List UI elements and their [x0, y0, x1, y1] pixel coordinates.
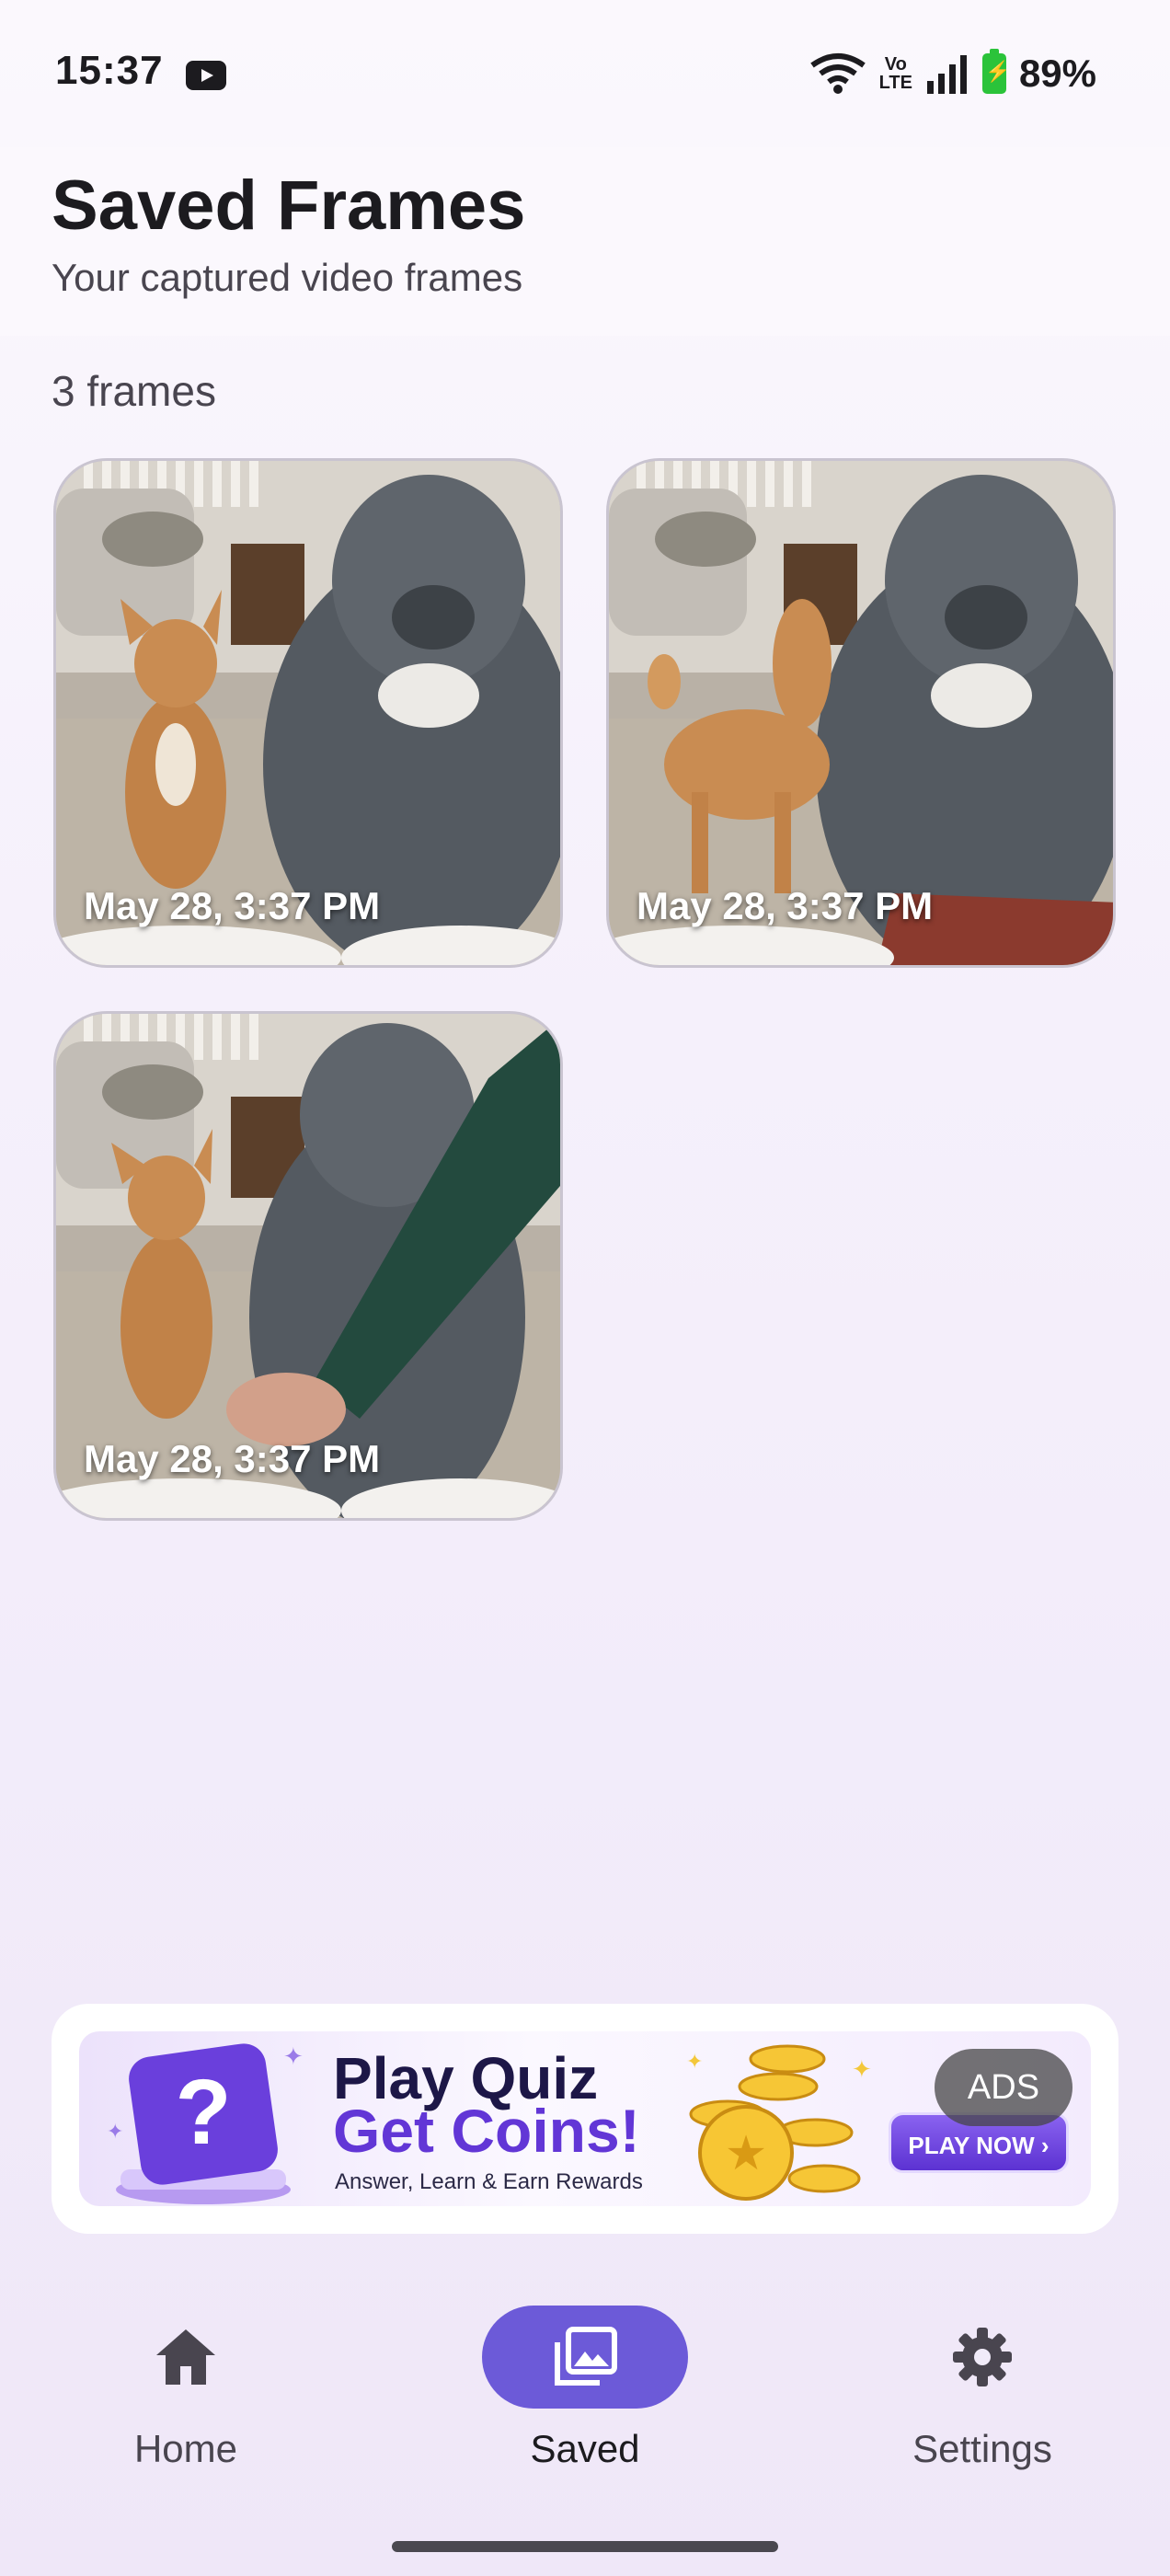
frame-card[interactable]: May 28, 3:37 PM — [606, 458, 1116, 968]
page-subtitle: Your captured video frames — [52, 256, 523, 299]
page-title: Saved Frames — [52, 167, 526, 245]
svg-text:✦: ✦ — [686, 2050, 703, 2073]
frame-date: May 28, 3:37 PM — [637, 884, 934, 927]
signal-icon — [926, 55, 967, 94]
svg-text:✦: ✦ — [283, 2042, 304, 2070]
status-icons: Vo LTE 89% — [809, 46, 1096, 101]
nav-item-settings[interactable]: Settings — [844, 2306, 1120, 2471]
status-time: 15:37 — [55, 48, 164, 93]
frame-date: May 28, 3:37 PM — [84, 1437, 381, 1480]
ad-tagline: Answer, Learn & Earn Rewards — [335, 2169, 643, 2194]
svg-text:?: ? — [175, 2061, 231, 2164]
volte-icon: Vo LTE — [878, 54, 912, 93]
frame-card[interactable]: May 28, 3:37 PM — [53, 1011, 563, 1521]
nav-label-settings: Settings — [912, 2427, 1052, 2470]
nav-label-saved: Saved — [530, 2427, 640, 2470]
nav-item-home[interactable]: Home — [48, 2306, 324, 2471]
frame-count: 3 frames — [52, 367, 216, 415]
gold-coins-icon: ★ ✦ ✦ — [686, 2044, 872, 2201]
nav-pill — [879, 2306, 1085, 2409]
ads-badge[interactable]: ADS — [935, 2049, 1072, 2126]
home-icon — [156, 2329, 215, 2385]
ad-creative[interactable]: ? ✦ ✦ Play Quiz Get Coins! Answer, Learn… — [79, 2031, 1091, 2206]
youtube-icon — [186, 61, 226, 90]
battery-charging-icon — [981, 49, 1010, 94]
gear-icon — [953, 2328, 1012, 2386]
gesture-bar[interactable] — [392, 2541, 778, 2552]
bottom-navigation: Home Saved Settings — [0, 2263, 1170, 2576]
ad-headline-2: Get Coins! — [333, 2097, 640, 2165]
gallery-icon — [555, 2327, 617, 2386]
frame-date: May 28, 3:37 PM — [84, 884, 381, 927]
status-bar: 15:37 Vo LTE 89% — [0, 0, 1170, 147]
svg-text:★: ★ — [725, 2126, 768, 2181]
battery-percent: 89% — [1018, 52, 1096, 95]
frame-card[interactable]: May 28, 3:37 PM — [53, 458, 563, 968]
svg-text:✦: ✦ — [852, 2055, 872, 2083]
svg-text:✦: ✦ — [107, 2120, 123, 2143]
nav-pill-active — [482, 2306, 688, 2409]
nav-item-saved[interactable]: Saved — [447, 2306, 723, 2471]
quiz-cube-icon: ? ✦ ✦ — [107, 2042, 304, 2204]
wifi-icon — [809, 53, 866, 94]
nav-label-home: Home — [133, 2427, 238, 2470]
nav-pill — [83, 2306, 289, 2409]
